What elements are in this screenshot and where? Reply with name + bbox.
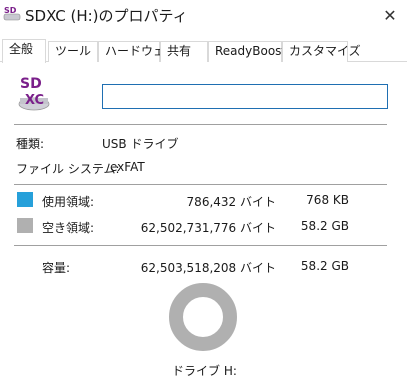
svg-text:SD: SD — [4, 6, 17, 15]
capacity-label: 容量: — [42, 261, 71, 275]
tab-customize[interactable]: カスタマイズ — [282, 41, 361, 62]
close-button[interactable]: ✕ — [377, 2, 403, 28]
volume-name-input[interactable] — [102, 84, 388, 109]
free-space-swatch — [17, 218, 33, 233]
used-space-size: 768 KB — [306, 193, 349, 207]
free-space-size: 58.2 GB — [300, 219, 349, 233]
tab-strip: 全般 ツール ハードウェア 共有 ReadyBoost カスタマイズ — [0, 39, 407, 63]
separator — [14, 184, 387, 185]
type-label: 種類: — [16, 137, 45, 151]
title-bar: SD SDXC (H:)のプロパティ ✕ — [0, 0, 407, 34]
window-title: SDXC (H:)のプロパティ — [25, 7, 188, 25]
close-icon: ✕ — [383, 5, 397, 25]
filesystem-value: exFAT — [110, 160, 145, 174]
capacity-bytes: 62,503,518,208 バイト — [140, 261, 276, 275]
separator — [14, 245, 387, 246]
svg-text:XC: XC — [25, 93, 44, 108]
used-space-label: 使用領域: — [42, 195, 95, 209]
sd-card-icon: SD XC — [18, 76, 50, 111]
separator — [14, 124, 387, 125]
tab-tools[interactable]: ツール — [48, 41, 98, 62]
tab-hardware[interactable]: ハードウェア — [98, 41, 177, 62]
tab-readyboost[interactable]: ReadyBoost — [208, 41, 286, 62]
used-space-swatch — [17, 192, 33, 207]
usage-donut-chart — [169, 283, 237, 351]
donut-free-segment — [169, 283, 237, 351]
used-space-bytes: 786,432 バイト — [186, 195, 276, 209]
usb-drive-icon: SD — [3, 6, 21, 21]
type-value: USB ドライブ — [102, 137, 179, 151]
free-space-bytes: 62,502,731,776 バイト — [140, 221, 276, 235]
tab-sharing[interactable]: 共有 — [160, 41, 208, 62]
filesystem-label: ファイル システム: — [16, 162, 120, 176]
svg-text:SD: SD — [20, 76, 42, 92]
free-space-label: 空き領域: — [42, 221, 95, 235]
capacity-size: 58.2 GB — [300, 259, 349, 273]
drive-letter-label: ドライブ H: — [172, 364, 237, 378]
tab-general[interactable]: 全般 — [2, 39, 46, 63]
